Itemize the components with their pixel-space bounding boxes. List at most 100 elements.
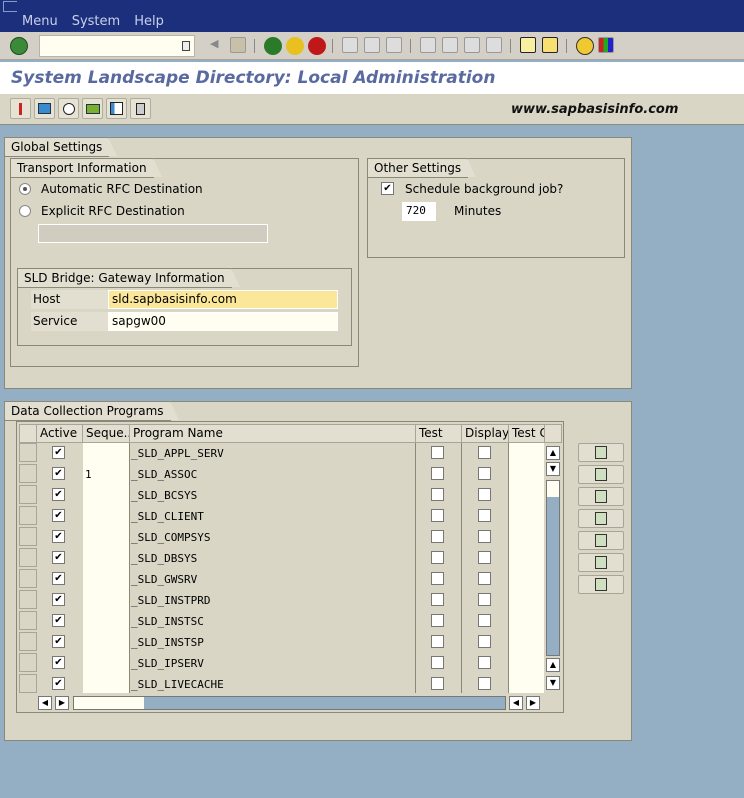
back-icon[interactable] [264,37,282,55]
program-name-cell[interactable]: _SLD_COMPSYS [131,531,210,544]
minutes-input[interactable]: 720 [402,202,436,221]
test-checkbox[interactable] [431,614,444,627]
column-header-display[interactable]: Display [461,424,509,443]
new-session-icon[interactable] [520,37,536,53]
menu-item-help[interactable]: Help [134,14,164,29]
row-selector[interactable] [19,485,37,504]
active-checkbox[interactable]: ✔ [52,530,65,543]
schedule-icon[interactable] [58,98,79,119]
vertical-scrollbar-thumb[interactable] [547,481,559,497]
row-selector[interactable] [19,527,37,546]
shortcut-icon[interactable] [542,37,558,53]
active-checkbox[interactable]: ✔ [52,656,65,669]
active-checkbox[interactable]: ✔ [52,467,65,480]
previous-page-icon[interactable] [442,37,458,53]
row-selector[interactable] [19,443,37,462]
horizontal-scrollbar-thumb[interactable] [74,697,144,709]
next-page-icon[interactable] [464,37,480,53]
program-name-cell[interactable]: _SLD_IPSERV [131,657,204,670]
scroll-down-button[interactable]: ▼ [546,462,560,476]
display-checkbox[interactable] [478,488,491,501]
scroll-left-button[interactable]: ◀ [38,696,52,710]
display-checkbox[interactable] [478,551,491,564]
vertical-scrollbar-track[interactable] [546,480,560,656]
display-button[interactable] [578,531,624,550]
configure-button[interactable] [578,553,624,572]
row-selector[interactable] [19,590,37,609]
program-name-cell[interactable]: _SLD_LIVECACHE [131,678,224,691]
test-checkbox[interactable] [431,635,444,648]
service-input[interactable]: sapgw00 [108,312,338,331]
program-name-cell[interactable]: _SLD_GWSRV [131,573,197,586]
test-checkbox[interactable] [431,593,444,606]
scroll-right-button[interactable]: ▶ [55,696,69,710]
schedule-job-checkbox[interactable]: ✔ [381,182,394,195]
active-checkbox[interactable]: ✔ [52,509,65,522]
command-field[interactable] [39,35,195,57]
system-menu-icon[interactable] [3,1,17,12]
test-checkbox[interactable] [431,572,444,585]
program-name-cell[interactable]: _SLD_INSTPRD [131,594,210,607]
row-selector[interactable] [19,653,37,672]
test-checkbox[interactable] [431,530,444,543]
display-checkbox[interactable] [478,677,491,690]
test-checkbox[interactable] [431,656,444,669]
test-checkbox[interactable] [431,677,444,690]
active-checkbox[interactable]: ✔ [52,572,65,585]
find-icon[interactable] [364,37,380,53]
display-checkbox[interactable] [478,530,491,543]
horizontal-scrollbar-track[interactable] [73,696,506,710]
test-checkbox[interactable] [431,446,444,459]
delete-icon[interactable] [130,98,151,119]
display-checkbox[interactable] [478,467,491,480]
program-name-cell[interactable]: _SLD_INSTSC [131,615,204,628]
print-icon[interactable] [342,37,358,53]
exit-icon[interactable] [286,37,304,55]
test-checkbox[interactable] [431,488,444,501]
program-name-cell[interactable]: _SLD_CLIENT [131,510,204,523]
wizard-icon[interactable] [10,98,31,119]
layout-icon[interactable] [106,98,127,119]
host-input[interactable]: sld.sapbasisinfo.com [108,290,338,309]
row-selector[interactable] [19,464,37,483]
program-name-cell[interactable]: _SLD_INSTSP [131,636,204,649]
column-settings-button[interactable] [544,424,562,443]
active-checkbox[interactable]: ✔ [52,635,65,648]
scroll-right-end-button[interactable]: ▶ [526,696,540,710]
scroll-left-end-button[interactable]: ◀ [509,696,523,710]
program-name-cell[interactable]: _SLD_DBSYS [131,552,197,565]
scroll-page-up-button[interactable]: ▲ [546,658,560,672]
column-header-active[interactable]: Active [36,424,83,443]
test-checkbox[interactable] [431,509,444,522]
save-icon[interactable] [230,37,246,53]
column-header-test[interactable]: Test [415,424,462,443]
display-checkbox[interactable] [478,446,491,459]
column-header-sequence[interactable]: Seque... [82,424,130,443]
menu-item-system[interactable]: System [72,14,120,29]
find-next-icon[interactable] [386,37,402,53]
test-checkbox[interactable] [431,467,444,480]
last-page-icon[interactable] [486,37,502,53]
insert-row-button[interactable] [578,465,624,484]
data-transfer-icon[interactable] [34,98,55,119]
display-checkbox[interactable] [478,593,491,606]
select-button[interactable] [578,575,624,594]
row-selector[interactable] [19,632,37,651]
sequence-cell[interactable]: 1 [85,468,92,481]
automatic-rfc-radio[interactable] [19,183,31,195]
active-checkbox[interactable]: ✔ [52,677,65,690]
rfc-destination-input[interactable] [38,224,268,243]
active-checkbox[interactable]: ✔ [52,446,65,459]
active-checkbox[interactable]: ✔ [52,593,65,606]
command-history-icon[interactable] [182,41,190,51]
program-name-cell[interactable]: _SLD_APPL_SERV [131,447,224,460]
active-checkbox[interactable]: ✔ [52,614,65,627]
delete-row-button[interactable] [578,443,624,462]
test-checkbox[interactable] [431,551,444,564]
explicit-rfc-radio[interactable] [19,205,31,217]
cancel-icon[interactable] [308,37,326,55]
row-selector[interactable] [19,611,37,630]
select-all-header[interactable] [19,424,37,443]
menu-item-menu[interactable]: Menu [22,14,58,29]
active-checkbox[interactable]: ✔ [52,488,65,501]
